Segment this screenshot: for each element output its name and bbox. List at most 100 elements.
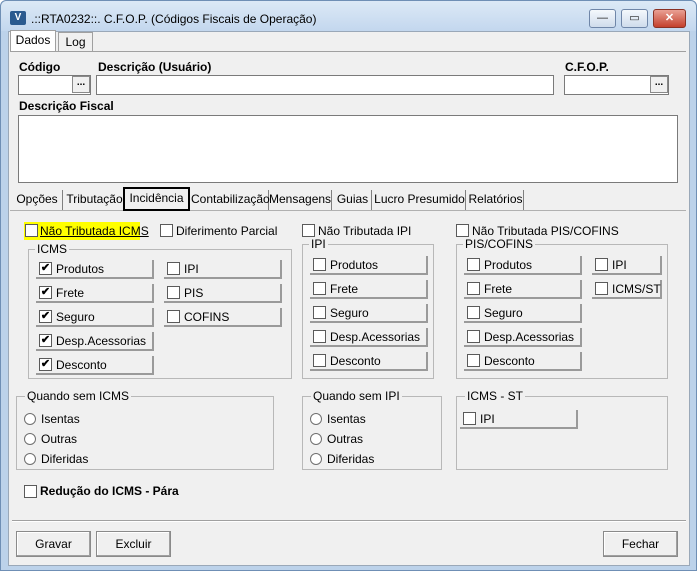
icms-st-ipi-checkbox[interactable]: IPI (460, 410, 578, 429)
ipi-isentas-radio[interactable] (310, 413, 322, 425)
icms-desp-acessorias-label: Desp.Acessorias (56, 334, 147, 348)
ipi-diferidas-radio[interactable] (310, 453, 322, 465)
icms-st-ipi-box[interactable] (463, 412, 476, 425)
ipi-desp-acessorias-box[interactable] (313, 330, 326, 343)
ipi-produtos-checkbox[interactable]: Produtos (310, 256, 428, 275)
icms-seguro-checkbox[interactable]: ✔ Seguro (36, 308, 154, 327)
pis-seguro-box[interactable] (467, 306, 480, 319)
codigo-lookup-button[interactable]: ... (72, 76, 90, 93)
tab-log[interactable]: Log (58, 32, 93, 52)
icms-frete-label: Frete (56, 286, 85, 300)
cfop-lookup-button[interactable]: ... (650, 76, 668, 93)
nao-tributada-pis-cofins-label: Não Tributada PIS/COFINS (472, 224, 619, 238)
icms-cofins-box[interactable] (167, 310, 180, 323)
icms-ipi-checkbox[interactable]: IPI (164, 260, 282, 279)
pis-produtos-box[interactable] (467, 258, 480, 271)
pis-ipi-box[interactable] (595, 258, 608, 271)
ipi-frete-checkbox[interactable]: Frete (310, 280, 428, 299)
tab-tributacao[interactable]: Tributação (65, 190, 125, 210)
minimize-button[interactable]: — (589, 9, 616, 28)
descricao-fiscal-textarea[interactable] (18, 115, 678, 183)
icms-diferidas-radio[interactable] (24, 453, 36, 465)
maximize-button[interactable]: ▭ (621, 9, 648, 28)
icms-st-ipi-label: IPI (480, 412, 495, 426)
nao-tributada-icms-box[interactable] (25, 224, 38, 237)
icms-outras-label: Outras (41, 432, 78, 446)
tab-contabilizacao[interactable]: Contabilização (191, 190, 270, 210)
tab-divider (10, 51, 686, 52)
ipi-frete-box[interactable] (313, 282, 326, 295)
ipi-desp-acessorias-label: Desp.Acessorias (330, 330, 421, 344)
ipi-desconto-box[interactable] (313, 354, 326, 367)
ipi-desconto-checkbox[interactable]: Desconto (310, 352, 428, 371)
nao-tributada-icms-checkbox[interactable]: Não Tributada ICMS (24, 222, 149, 240)
close-button[interactable]: ✕ (653, 9, 686, 28)
icms-produtos-box[interactable]: ✔ (39, 262, 52, 275)
icms-st-title: ICMS - ST (465, 389, 525, 403)
excluir-label: Excluir (115, 537, 152, 551)
diferimento-parcial-checkbox[interactable]: Diferimento Parcial (160, 222, 277, 240)
descricao-fiscal-label: Descrição Fiscal (19, 99, 114, 113)
ipi-seguro-box[interactable] (313, 306, 326, 319)
descricao-input[interactable] (96, 75, 554, 95)
icms-ipi-box[interactable] (167, 262, 180, 275)
pis-produtos-checkbox[interactable]: Produtos (464, 256, 582, 275)
icms-desconto-checkbox[interactable]: ✔ Desconto (36, 356, 154, 375)
gravar-label: Gravar (35, 537, 72, 551)
pis-ipi-label: IPI (612, 258, 627, 272)
gravar-button[interactable]: Gravar (16, 531, 91, 557)
ipi-produtos-label: Produtos (330, 258, 379, 272)
tab-guias[interactable]: Guias (334, 190, 372, 210)
ipi-produtos-box[interactable] (313, 258, 326, 271)
ipi-seguro-checkbox[interactable]: Seguro (310, 304, 428, 323)
ipi-desp-acessorias-checkbox[interactable]: Desp.Acessorias (310, 328, 428, 347)
icms-frete-checkbox[interactable]: ✔ Frete (36, 284, 154, 303)
ipi-outras-radio[interactable] (310, 433, 322, 445)
icms-isentas-label: Isentas (41, 412, 80, 426)
fechar-button[interactable]: Fechar (603, 531, 678, 557)
pis-frete-checkbox[interactable]: Frete (464, 280, 582, 299)
icms-pis-label: PIS (184, 286, 204, 300)
pis-frete-box[interactable] (467, 282, 480, 295)
pis-desconto-checkbox[interactable]: Desconto (464, 352, 582, 371)
tab-incidencia[interactable]: Incidência (123, 187, 190, 211)
icms-isentas-radio[interactable] (24, 413, 36, 425)
pis-icms-st-box[interactable] (595, 282, 608, 295)
quando-sem-icms-title: Quando sem ICMS (25, 389, 132, 403)
nao-tributada-ipi-box[interactable] (302, 224, 315, 237)
icms-outras-radio[interactable] (24, 433, 36, 445)
pis-desp-acessorias-checkbox[interactable]: Desp.Acessorias (464, 328, 582, 347)
tab-opcoes[interactable]: Opções (12, 190, 63, 210)
pis-desp-acessorias-box[interactable] (467, 330, 480, 343)
icms-desp-acessorias-box[interactable]: ✔ (39, 334, 52, 347)
pis-ipi-checkbox[interactable]: IPI (592, 256, 662, 275)
pis-icms-st-checkbox[interactable]: ICMS/ST (592, 280, 662, 299)
icms-cofins-checkbox[interactable]: COFINS (164, 308, 282, 327)
pis-desconto-box[interactable] (467, 354, 480, 367)
icms-seguro-box[interactable]: ✔ (39, 310, 52, 323)
tab-lucro-presumido[interactable]: Lucro Presumido (374, 190, 466, 210)
excluir-button[interactable]: Excluir (96, 531, 171, 557)
icms-desconto-box[interactable]: ✔ (39, 358, 52, 371)
reducao-icms-box[interactable] (24, 485, 37, 498)
icms-produtos-checkbox[interactable]: ✔ Produtos (36, 260, 154, 279)
icms-desp-acessorias-checkbox[interactable]: ✔ Desp.Acessorias (36, 332, 154, 351)
pis-seguro-checkbox[interactable]: Seguro (464, 304, 582, 323)
descricao-label: Descrição (Usuário) (98, 60, 212, 74)
nao-tributada-icms-label: Não Tributada ICMS (40, 224, 149, 238)
title-bar[interactable]: V .::RTA0232::. C.F.O.P. (Códigos Fiscai… (1, 1, 696, 31)
sub-tab-bar: Opções Tributação Incidência Contabiliza… (7, 187, 689, 211)
tab-mensagens[interactable]: Mensagens (269, 190, 332, 210)
nao-tributada-pis-cofins-box[interactable] (456, 224, 469, 237)
icms-pis-checkbox[interactable]: PIS (164, 284, 282, 303)
icms-frete-box[interactable]: ✔ (39, 286, 52, 299)
diferimento-parcial-label: Diferimento Parcial (176, 224, 278, 238)
app-logo-icon: V (10, 11, 26, 25)
icms-ipi-label: IPI (184, 262, 199, 276)
icms-st-group: ICMS - ST (456, 389, 668, 470)
tab-dados[interactable]: Dados (10, 30, 56, 51)
diferimento-parcial-box[interactable] (160, 224, 173, 237)
reducao-icms-checkbox[interactable]: Redução do ICMS - Pára (24, 483, 204, 501)
tab-relatorios[interactable]: Relatórios (468, 190, 524, 210)
icms-pis-box[interactable] (167, 286, 180, 299)
